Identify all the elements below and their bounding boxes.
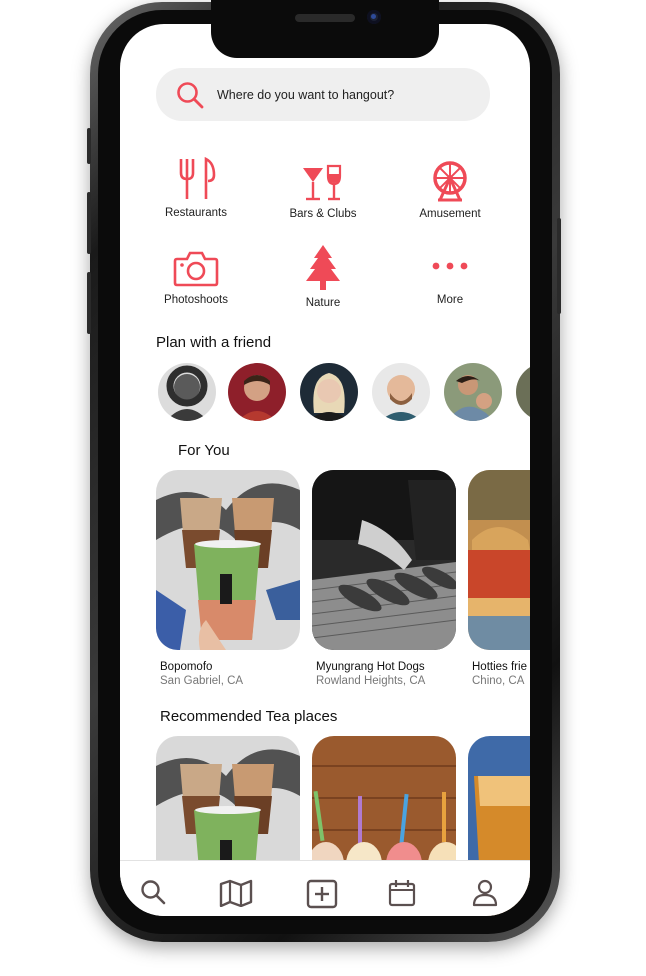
power-button [557,218,561,314]
search-icon [177,81,204,108]
hot-dog-photo [312,470,456,650]
recommended-tea-title: Recommended Tea places [160,708,338,725]
add-icon[interactable] [306,879,338,909]
search-bar[interactable]: Where do you want to hangout? [156,68,490,121]
search-icon[interactable] [140,879,166,905]
category-amusement[interactable]: Amusement [395,160,505,220]
category-nature[interactable]: Nature [268,245,378,309]
category-label: Nature [305,297,341,309]
speaker [295,14,355,22]
ferris-wheel-icon [433,161,467,202]
friend-avatar[interactable] [372,363,430,421]
map-icon[interactable] [219,879,253,907]
place-card-bopomofo[interactable] [156,470,300,650]
place-location: Rowland Heights, CA [316,675,426,687]
category-label: Bars & Clubs [289,208,357,220]
category-restaurants[interactable]: Restaurants [141,157,251,219]
friend-avatar[interactable] [158,363,216,421]
plan-with-friend-title: Plan with a friend [156,334,272,351]
more-dots-icon [432,262,468,270]
category-photoshoots[interactable]: Photoshoots [141,250,251,306]
side-button [87,128,91,164]
for-you-title: For You [178,442,230,459]
place-name: Myungrang Hot Dogs [316,661,425,673]
friend-avatar[interactable] [228,363,286,421]
place-location: San Gabriel, CA [160,675,244,687]
notch [211,0,439,58]
volume-up-button [87,192,91,254]
place-name: Hotties frie [472,661,527,673]
category-more[interactable]: More [395,260,505,306]
bubble-tea-photo [156,470,300,650]
calendar-icon[interactable] [388,879,416,907]
friend-avatar[interactable] [444,363,502,421]
place-location: Chino, CA [472,675,525,687]
category-label: More [436,294,464,306]
place-card-hotties[interactable] [468,470,530,650]
camera-icon [173,251,219,287]
category-bars-clubs[interactable]: Bars & Clubs [268,164,378,220]
place-name: Bopomofo [160,661,213,673]
friend-avatar[interactable] [516,363,530,421]
bottom-tab-bar [120,860,530,916]
fork-knife-icon [179,157,216,199]
friends-row [158,363,530,423]
app-screen: Where do you want to hangout? Restaurant… [120,24,530,916]
category-label: Photoshoots [164,294,228,306]
cocktail-wine-icon [303,164,342,201]
category-label: Restaurants [164,207,227,219]
profile-icon[interactable] [472,879,498,907]
volume-down-button [87,272,91,334]
front-camera [367,10,381,24]
friend-avatar[interactable] [300,363,358,421]
place-card-myungrang[interactable] [312,470,456,650]
category-label: Amusement [419,208,481,220]
chicken-sandwich-photo [468,470,530,650]
pine-tree-icon [306,245,340,290]
search-input[interactable]: Where do you want to hangout? [217,88,394,102]
